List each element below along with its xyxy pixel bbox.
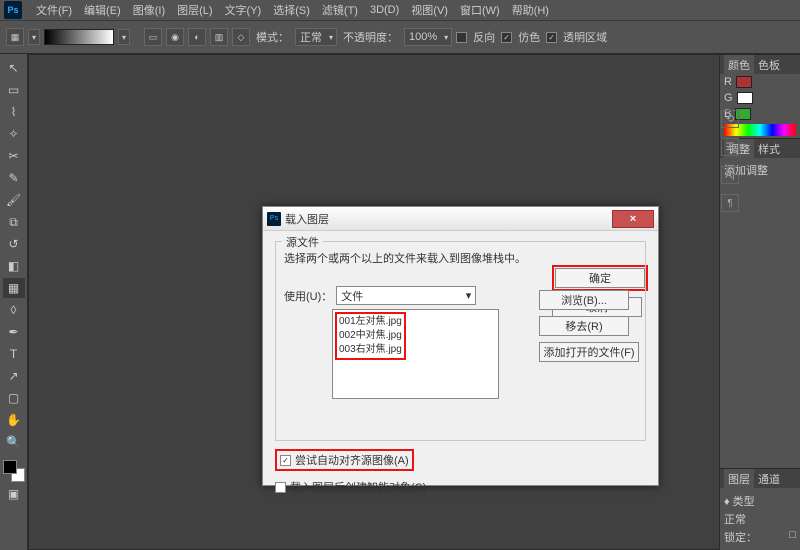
- transparency-checkbox[interactable]: ✓: [546, 32, 557, 43]
- history-panel-icon[interactable]: ⟲: [721, 110, 739, 128]
- file-item[interactable]: 001左对焦.jpg: [339, 315, 402, 329]
- collapsed-panel-icons: ⟲ ☰ A| ¶: [718, 110, 742, 212]
- remove-button[interactable]: 移去(R): [539, 316, 629, 336]
- hand-tool[interactable]: ✋: [3, 410, 25, 430]
- blur-tool[interactable]: ◊: [3, 300, 25, 320]
- tool-preset-dropdown[interactable]: ▾: [28, 29, 40, 45]
- wand-tool[interactable]: ✧: [3, 124, 25, 144]
- mode-label: 模式：: [254, 29, 291, 45]
- pen-tool[interactable]: ✒: [3, 322, 25, 342]
- channels-tab[interactable]: 通道: [758, 471, 780, 487]
- history-brush-tool[interactable]: ↺: [3, 234, 25, 254]
- styles-tab[interactable]: 样式: [758, 141, 780, 157]
- autoalign-label: 尝试自动对齐源图像(A): [295, 452, 409, 468]
- chevron-down-icon: ▾: [466, 289, 472, 302]
- source-fieldset: 源文件 选择两个或两个以上的文件来载入到图像堆栈中。 使用(U)： 文件▾ 00…: [275, 241, 646, 441]
- menu-view[interactable]: 视图(V): [405, 0, 454, 20]
- reverse-label: 反向: [471, 29, 497, 45]
- gradient-angle-icon[interactable]: ◐: [188, 28, 206, 46]
- add-open-button[interactable]: 添加打开的文件(F): [539, 342, 639, 362]
- gradient-tool[interactable]: ▦: [3, 278, 25, 298]
- swatches-tab[interactable]: 色板: [758, 57, 780, 73]
- menu-layer[interactable]: 图层(L): [171, 0, 218, 20]
- toolbox: ↖ ▭ ⌇ ✧ ✂ ✎ 🖌 ⧉ ↺ ◧ ▦ ◊ ✒ T ↗ ▢ ✋ 🔍 ▣: [0, 54, 28, 550]
- menu-filter[interactable]: 滤镜(T): [316, 0, 364, 20]
- path-tool[interactable]: ↗: [3, 366, 25, 386]
- gradient-diamond-icon[interactable]: ◇: [232, 28, 250, 46]
- gradient-swatch[interactable]: [44, 29, 114, 45]
- menu-image[interactable]: 图像(I): [127, 0, 171, 20]
- file-item[interactable]: 002中对焦.jpg: [339, 329, 402, 343]
- g-label: G: [724, 92, 733, 104]
- menu-3d[interactable]: 3D(D): [364, 2, 405, 18]
- crop-tool[interactable]: ✂: [3, 146, 25, 166]
- menu-type[interactable]: 文字(Y): [219, 0, 268, 20]
- r-label: R: [724, 76, 732, 88]
- color-panel-header: 颜色 色板: [720, 54, 800, 74]
- menu-edit[interactable]: 编辑(E): [78, 0, 127, 20]
- autoalign-checkbox[interactable]: ✓: [280, 455, 291, 466]
- menubar: Ps 文件(F) 编辑(E) 图像(I) 图层(L) 文字(Y) 选择(S) 滤…: [0, 0, 800, 20]
- gradient-radial-icon[interactable]: ◉: [166, 28, 184, 46]
- opacity-label: 不透明度：: [341, 29, 400, 45]
- file-listbox[interactable]: 001左对焦.jpg 002中对焦.jpg 003右对焦.jpg: [332, 309, 499, 399]
- gradient-linear-icon[interactable]: ▭: [144, 28, 162, 46]
- brush-tool[interactable]: 🖌: [3, 190, 25, 210]
- app-logo: Ps: [4, 1, 22, 19]
- layers-tab[interactable]: 图层: [724, 469, 754, 489]
- use-combobox[interactable]: 文件▾: [336, 286, 476, 305]
- properties-panel-icon[interactable]: ☰: [721, 138, 739, 156]
- gradient-reflected-icon[interactable]: ▥: [210, 28, 228, 46]
- smartobj-label: 载入图层后创建智能对象(C): [290, 479, 426, 495]
- layers-body: ♦ 类型 正常 锁定： □: [720, 488, 800, 550]
- fg-bg-swatch[interactable]: [3, 460, 25, 482]
- mode-select[interactable]: 正常: [295, 28, 337, 46]
- move-tool[interactable]: ↖: [3, 58, 25, 78]
- shape-tool[interactable]: ▢: [3, 388, 25, 408]
- stamp-tool[interactable]: ⧉: [3, 212, 25, 232]
- smartobj-checkbox[interactable]: [275, 482, 286, 493]
- dither-label: 仿色: [516, 29, 542, 45]
- dialog-title: 载入图层: [285, 211, 612, 227]
- eyedropper-tool[interactable]: ✎: [3, 168, 25, 188]
- lock-icons[interactable]: □: [789, 529, 796, 545]
- dither-checkbox[interactable]: ✓: [501, 32, 512, 43]
- reverse-checkbox[interactable]: [456, 32, 467, 43]
- layers-panel-header: 图层 通道: [720, 468, 800, 488]
- dialog-app-icon: Ps: [267, 212, 281, 226]
- source-desc: 选择两个或两个以上的文件来载入到图像堆栈中。: [284, 250, 637, 266]
- gradient-tool-icon[interactable]: ▦: [6, 28, 24, 46]
- color-tab[interactable]: 颜色: [724, 55, 754, 75]
- load-layers-dialog: Ps 载入图层 × 确定 取消 源文件 选择两个或两个以上的文件来载入到图像堆栈…: [262, 206, 659, 486]
- lock-label: 锁定：: [724, 529, 757, 545]
- dialog-titlebar[interactable]: Ps 载入图层 ×: [263, 207, 658, 231]
- gradient-dropdown[interactable]: ▾: [118, 29, 130, 45]
- r-swatch[interactable]: [736, 76, 752, 88]
- options-bar: ▦ ▾ ▾ ▭ ◉ ◐ ▥ ◇ 模式： 正常 不透明度： 100% 反向 ✓ 仿…: [0, 20, 800, 54]
- blend-mode[interactable]: 正常: [724, 511, 746, 527]
- use-label: 使用(U)：: [284, 288, 332, 304]
- eraser-tool[interactable]: ◧: [3, 256, 25, 276]
- browse-button[interactable]: 浏览(B)...: [539, 290, 629, 310]
- zoom-tool[interactable]: 🔍: [3, 432, 25, 452]
- lasso-tool[interactable]: ⌇: [3, 102, 25, 122]
- menu-help[interactable]: 帮助(H): [506, 0, 555, 20]
- character-panel-icon[interactable]: A|: [721, 166, 739, 184]
- quickmask-icon[interactable]: ▣: [3, 484, 25, 504]
- menu-select[interactable]: 选择(S): [267, 0, 316, 20]
- g-swatch[interactable]: [737, 92, 753, 104]
- close-button[interactable]: ×: [612, 210, 654, 228]
- menu-window[interactable]: 窗口(W): [454, 0, 506, 20]
- paragraph-panel-icon[interactable]: ¶: [721, 194, 739, 212]
- menu-file[interactable]: 文件(F): [30, 0, 78, 20]
- marquee-tool[interactable]: ▭: [3, 80, 25, 100]
- opacity-select[interactable]: 100%: [404, 28, 452, 46]
- layer-kind[interactable]: ♦ 类型: [724, 493, 755, 509]
- source-legend: 源文件: [282, 234, 323, 250]
- type-tool[interactable]: T: [3, 344, 25, 364]
- file-item[interactable]: 003右对焦.jpg: [339, 343, 402, 357]
- transparency-label: 透明区域: [561, 29, 609, 45]
